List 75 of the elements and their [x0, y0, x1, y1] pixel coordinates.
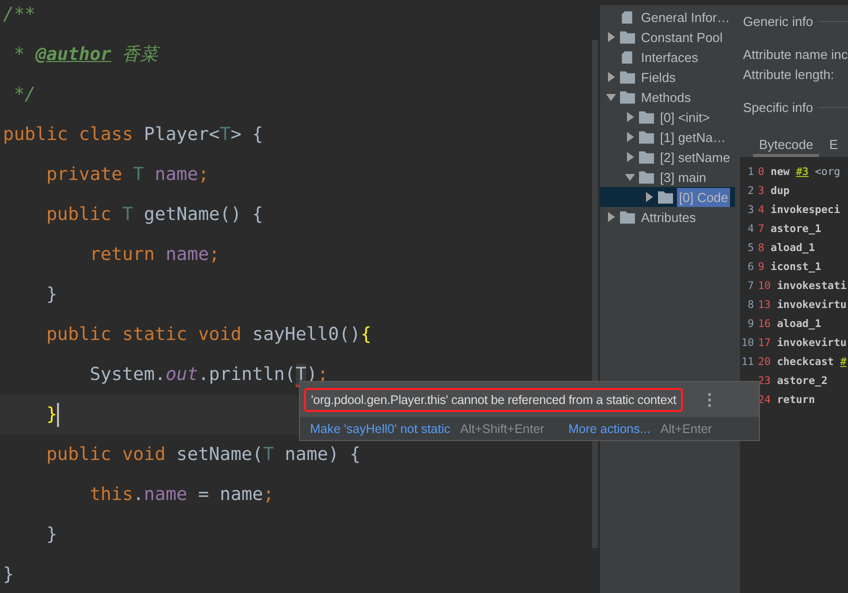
code-line: public static void sayHell0(){ — [45, 323, 372, 347]
section-heading: Specific info — [743, 100, 814, 114]
line-number: 2 — [746, 184, 754, 196]
field-label: Attribute length: — [743, 67, 836, 83]
line-number: 6 — [746, 260, 754, 272]
file-icon — [620, 10, 635, 24]
collapsed-arrow-icon[interactable] — [625, 112, 635, 122]
code-line: public void setName(T name) { — [45, 443, 361, 467]
code-line: /** — [2, 3, 36, 27]
bytecode-instruction: 4 invokespeci — [758, 204, 840, 216]
tree-item[interactable]: Interfaces — [639, 48, 700, 66]
tree-item[interactable]: Attributes — [639, 208, 698, 226]
collapsed-arrow-icon[interactable] — [625, 152, 635, 162]
error-message: 'org.pdool.gen.Player.this' cannot be referenced from a static context — [304, 388, 684, 412]
code-line: this.name = name; — [88, 483, 274, 507]
bytecode-instruction: 13 invokevirtu — [758, 298, 847, 310]
code-line: public T getName() { — [45, 203, 264, 227]
folder-icon — [639, 130, 654, 144]
tree-item[interactable]: Methods — [639, 88, 693, 106]
folder-icon — [658, 190, 673, 204]
bytecode-instruction: 9 iconst_1 — [758, 260, 822, 272]
tree-item[interactable]: Fields — [639, 68, 678, 86]
bytecode-instruction: 8 aload_1 — [758, 242, 815, 254]
shortcut-hint: Alt+Enter — [660, 422, 712, 436]
expanded-arrow-icon[interactable] — [625, 172, 635, 182]
bytecode-instruction: 7 astore_1 — [758, 222, 822, 234]
action-link[interactable]: Make 'sayHell0' not static — [310, 422, 450, 436]
tree-item[interactable]: Constant Pool — [639, 28, 725, 46]
file-icon — [620, 50, 635, 64]
collapsed-arrow-icon[interactable] — [644, 192, 654, 202]
line-number: 8 — [746, 298, 754, 310]
line-number: 11 — [740, 356, 754, 368]
expanded-arrow-icon[interactable] — [606, 92, 616, 102]
line-number: 5 — [746, 242, 754, 254]
folder-icon — [620, 90, 635, 104]
code-line: } — [2, 563, 14, 587]
line-number: 10 — [740, 336, 754, 348]
bytecode-instruction: 10 invokestati — [758, 280, 847, 292]
code-line: */ — [12, 83, 36, 107]
bytecode-instruction: 3 dup — [758, 184, 790, 196]
tree-item[interactable]: [3] main — [658, 168, 708, 186]
tree-item[interactable]: [2] setName — [658, 148, 732, 166]
collapsed-arrow-icon[interactable] — [606, 72, 616, 82]
tab[interactable]: E — [823, 135, 844, 157]
tree-item[interactable]: [1] getNa… — [658, 128, 728, 146]
tree-item[interactable]: [0] <init> — [658, 108, 712, 126]
code-line: * @author 香菜 — [12, 43, 158, 67]
line-number: 7 — [746, 280, 754, 292]
folder-icon — [639, 110, 654, 124]
bytecode-instruction: 20 checkcast # — [758, 356, 847, 368]
code-line: } — [45, 283, 58, 307]
collapsed-arrow-icon[interactable] — [625, 132, 635, 142]
code-line: } — [45, 523, 58, 547]
bytecode-instruction: 16 aload_1 — [758, 318, 822, 330]
bytecode-instruction: 0 new #3 <org — [758, 166, 840, 178]
collapsed-arrow-icon[interactable] — [606, 212, 616, 222]
shortcut-hint: Alt+Shift+Enter — [460, 422, 544, 436]
more-button[interactable]: ⋮ — [697, 390, 722, 410]
folder-icon — [639, 150, 654, 164]
line-number: 9 — [746, 318, 754, 330]
folder-icon — [620, 210, 635, 224]
code-line: public class Player<T> { — [2, 123, 264, 147]
folder-icon — [620, 70, 635, 84]
bytecode-instruction: 17 invokevirtu — [758, 336, 847, 348]
code-line: return name; — [88, 243, 220, 267]
collapsed-arrow-icon[interactable] — [606, 32, 616, 42]
folder-icon — [639, 170, 654, 184]
section-heading: Generic info — [743, 14, 814, 28]
line-number: 4 — [746, 222, 754, 234]
line-number: 1 — [746, 166, 754, 178]
code-line: private T name; — [45, 163, 209, 187]
tree-item[interactable]: General Infor… — [639, 8, 732, 26]
line-number: 3 — [746, 204, 754, 216]
field-label: Attribute name inc — [743, 47, 848, 63]
folder-icon — [620, 30, 635, 44]
